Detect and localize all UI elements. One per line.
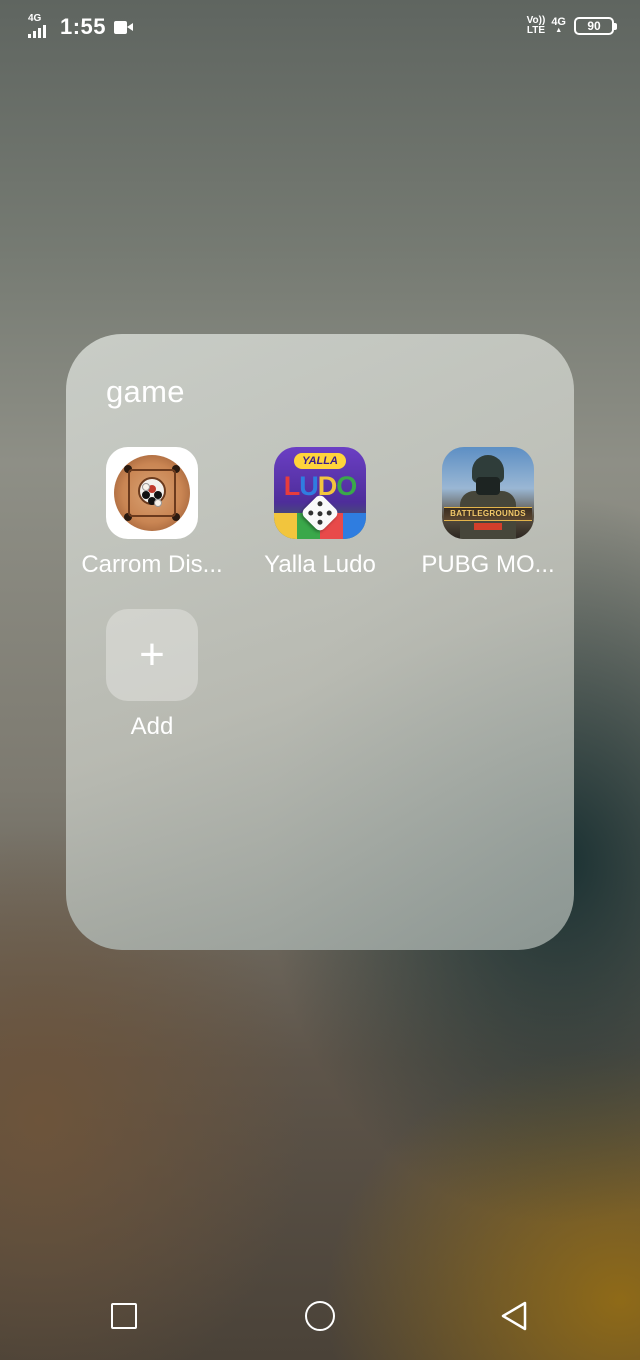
add-tile[interactable]: + — [106, 609, 198, 701]
home-button[interactable] — [300, 1296, 340, 1336]
home-icon — [305, 1301, 335, 1331]
pubg-logo-text: BATTLEGROUNDS — [444, 507, 532, 521]
pubg-mobile-icon[interactable]: BATTLEGROUNDS — [442, 447, 534, 539]
yalla-logo-text: YALLA — [294, 453, 346, 469]
folder-title[interactable]: game — [106, 374, 185, 410]
clock: 1:55 — [60, 14, 107, 39]
app-folder: game Carrom Dis... YALLA LUDO Yalla Ludo… — [66, 334, 574, 950]
data-network-icon: 4G ▲ — [551, 17, 566, 35]
battery-level: 90 — [587, 19, 601, 33]
carrom-disc-icon[interactable] — [106, 447, 198, 539]
data-activity-arrow: ▲ — [555, 27, 563, 34]
app-pubg-mobile[interactable]: BATTLEGROUNDS PUBG MO... — [404, 447, 572, 579]
volte-bottom: LTE — [526, 25, 546, 36]
recents-icon — [111, 1303, 137, 1329]
app-label: Carrom Dis... — [81, 551, 223, 578]
plus-icon: + — [139, 630, 165, 679]
app-yalla-ludo[interactable]: YALLA LUDO Yalla Ludo — [236, 447, 404, 579]
signal-icon: 4G — [28, 14, 54, 40]
app-label: PUBG MO... — [421, 551, 555, 578]
video-record-icon — [114, 20, 134, 34]
recents-button[interactable] — [104, 1296, 144, 1336]
network-type: 4G — [28, 13, 42, 24]
status-bar: 4G 1:55 Vo)) LTE 4G ▲ 90 — [0, 0, 640, 60]
volte-icon: Vo)) LTE — [527, 16, 546, 36]
battery-icon: 90 — [574, 17, 617, 35]
back-button[interactable] — [494, 1296, 534, 1336]
app-carrom-disc[interactable]: Carrom Dis... — [68, 447, 236, 579]
navigation-bar — [0, 1276, 640, 1360]
add-label: Add — [130, 713, 174, 740]
back-icon — [501, 1301, 527, 1331]
status-right: Vo)) LTE 4G ▲ 90 — [527, 16, 617, 36]
add-app-button[interactable]: + Add — [68, 609, 236, 741]
app-label: Yalla Ludo — [264, 551, 376, 578]
yalla-ludo-icon[interactable]: YALLA LUDO — [274, 447, 366, 539]
status-left: 4G 1:55 — [28, 14, 134, 40]
